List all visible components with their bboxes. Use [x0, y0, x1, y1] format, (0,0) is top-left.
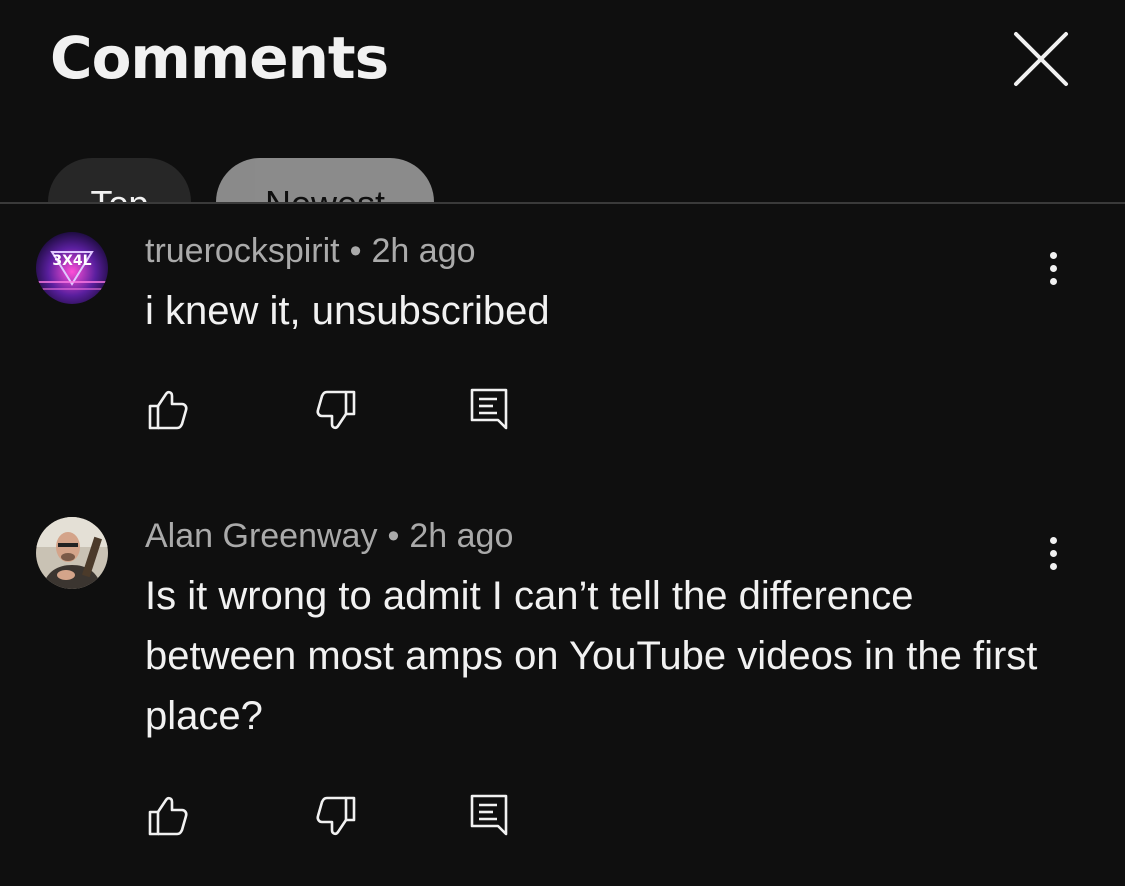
comment-author[interactable]: truerockspirit — [145, 232, 340, 270]
reply-button[interactable] — [466, 792, 514, 840]
avatar[interactable] — [36, 517, 108, 589]
comment-text: i knew it, unsubscribed — [145, 289, 550, 333]
meta-separator: • — [349, 232, 362, 270]
page-title: Comments — [50, 24, 389, 92]
chip-newest-label: Newest — [264, 183, 386, 204]
chip-top[interactable]: Top — [48, 158, 191, 204]
comment-time[interactable]: 2h ago — [372, 232, 476, 270]
like-button[interactable] — [144, 386, 192, 434]
chip-newest[interactable]: Newest — [216, 158, 434, 204]
thumb-up-icon — [148, 796, 188, 836]
avatar-logo-image: 3X4L — [36, 232, 108, 304]
comment-text: Is it wrong to admit I can’t tell the di… — [145, 574, 1038, 738]
like-button[interactable] — [144, 792, 192, 840]
more-options-button[interactable] — [1036, 533, 1070, 577]
avatar-text: 3X4L — [52, 253, 91, 269]
comment-actions — [140, 386, 540, 436]
comment-author[interactable]: Alan Greenway — [145, 517, 377, 555]
close-button[interactable] — [1008, 26, 1074, 92]
comments-header: Comments Top Newest — [0, 0, 1125, 204]
comment-meta: truerockspirit • 2h ago — [145, 232, 476, 271]
comment-actions — [140, 792, 540, 842]
avatar[interactable]: 3X4L — [36, 232, 108, 304]
header-divider — [0, 202, 1125, 204]
dislike-button[interactable] — [312, 386, 360, 434]
thumb-up-icon — [148, 390, 188, 430]
close-icon — [1014, 32, 1068, 86]
reply-button[interactable] — [466, 386, 514, 434]
thumb-down-icon — [316, 390, 356, 430]
more-vert-icon — [1036, 252, 1070, 285]
reply-icon — [470, 794, 508, 836]
dislike-button[interactable] — [312, 792, 360, 840]
more-vert-icon — [1036, 537, 1070, 570]
comment-meta: Alan Greenway • 2h ago — [145, 517, 513, 556]
comments-panel: Comments Top Newest 3X4L truerockspirit … — [0, 0, 1125, 886]
more-options-button[interactable] — [1036, 248, 1070, 292]
reply-icon — [470, 388, 508, 430]
comment-time[interactable]: 2h ago — [409, 517, 513, 555]
thumb-down-icon — [316, 796, 356, 836]
avatar-photo-image — [36, 517, 108, 589]
meta-separator: • — [387, 517, 400, 555]
chip-top-label: Top — [90, 183, 149, 204]
